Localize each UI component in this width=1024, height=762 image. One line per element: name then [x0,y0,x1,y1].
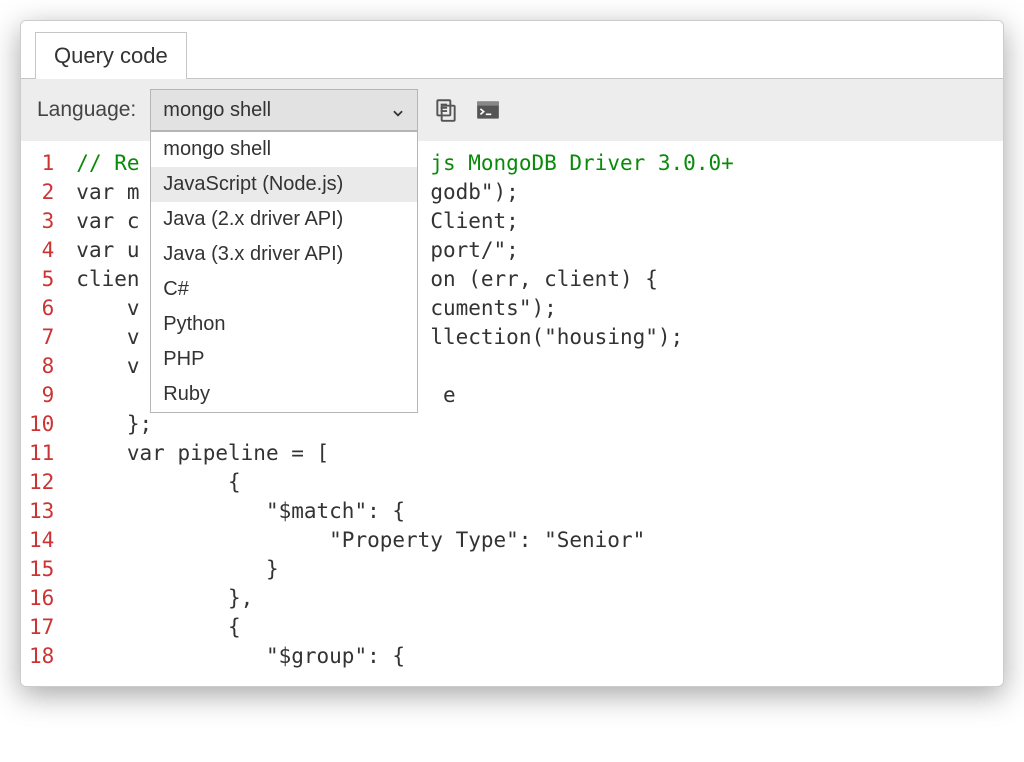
language-select-wrap: mongo shell mongo shellJavaScript (Node.… [150,89,418,131]
line-number: 10 [29,410,54,439]
line-number: 14 [29,526,54,555]
toolbar: Language: mongo shell mongo shellJavaScr… [21,79,1003,141]
code-line: "$match": { [76,497,733,526]
tab-query-code[interactable]: Query code [35,32,187,79]
line-number: 18 [29,642,54,671]
line-number: 9 [29,381,54,410]
terminal-icon[interactable] [474,96,502,124]
code-line: }, [76,584,733,613]
code-line: "$group": { [76,642,733,671]
line-number: 6 [29,294,54,323]
code-line: } [76,555,733,584]
language-option[interactable]: Python [151,307,417,342]
line-number: 12 [29,468,54,497]
code-line: }; [76,410,733,439]
line-number: 11 [29,439,54,468]
code-line: "Property Type": "Senior" [76,526,733,555]
line-number: 4 [29,236,54,265]
chevron-down-icon [391,103,405,117]
copy-icon[interactable] [432,96,460,124]
line-number: 17 [29,613,54,642]
line-number: 8 [29,352,54,381]
line-number: 7 [29,323,54,352]
line-number: 15 [29,555,54,584]
language-dropdown-list[interactable]: mongo shellJavaScript (Node.js)Java (2.x… [150,131,418,413]
language-option[interactable]: Java (2.x driver API) [151,202,417,237]
language-option[interactable]: Ruby [151,377,417,412]
query-code-window: Query code Language: mongo shell mongo s… [20,20,1004,687]
line-number: 3 [29,207,54,236]
tab-row: Query code [21,21,1003,79]
code-line: { [76,468,733,497]
line-number: 2 [29,178,54,207]
language-option[interactable]: JavaScript (Node.js) [151,167,417,202]
language-option[interactable]: PHP [151,342,417,377]
line-number: 13 [29,497,54,526]
language-select[interactable]: mongo shell [150,89,418,131]
language-select-value: mongo shell [163,99,271,122]
language-label: Language: [37,98,136,122]
language-option[interactable]: C# [151,272,417,307]
code-line: var pipeline = [ [76,439,733,468]
line-number: 16 [29,584,54,613]
gutter: 123456789101112131415161718 [21,141,68,686]
language-option[interactable]: mongo shell [151,132,417,167]
language-option[interactable]: Java (3.x driver API) [151,237,417,272]
line-number: 5 [29,265,54,294]
line-number: 1 [29,149,54,178]
code-line: { [76,613,733,642]
